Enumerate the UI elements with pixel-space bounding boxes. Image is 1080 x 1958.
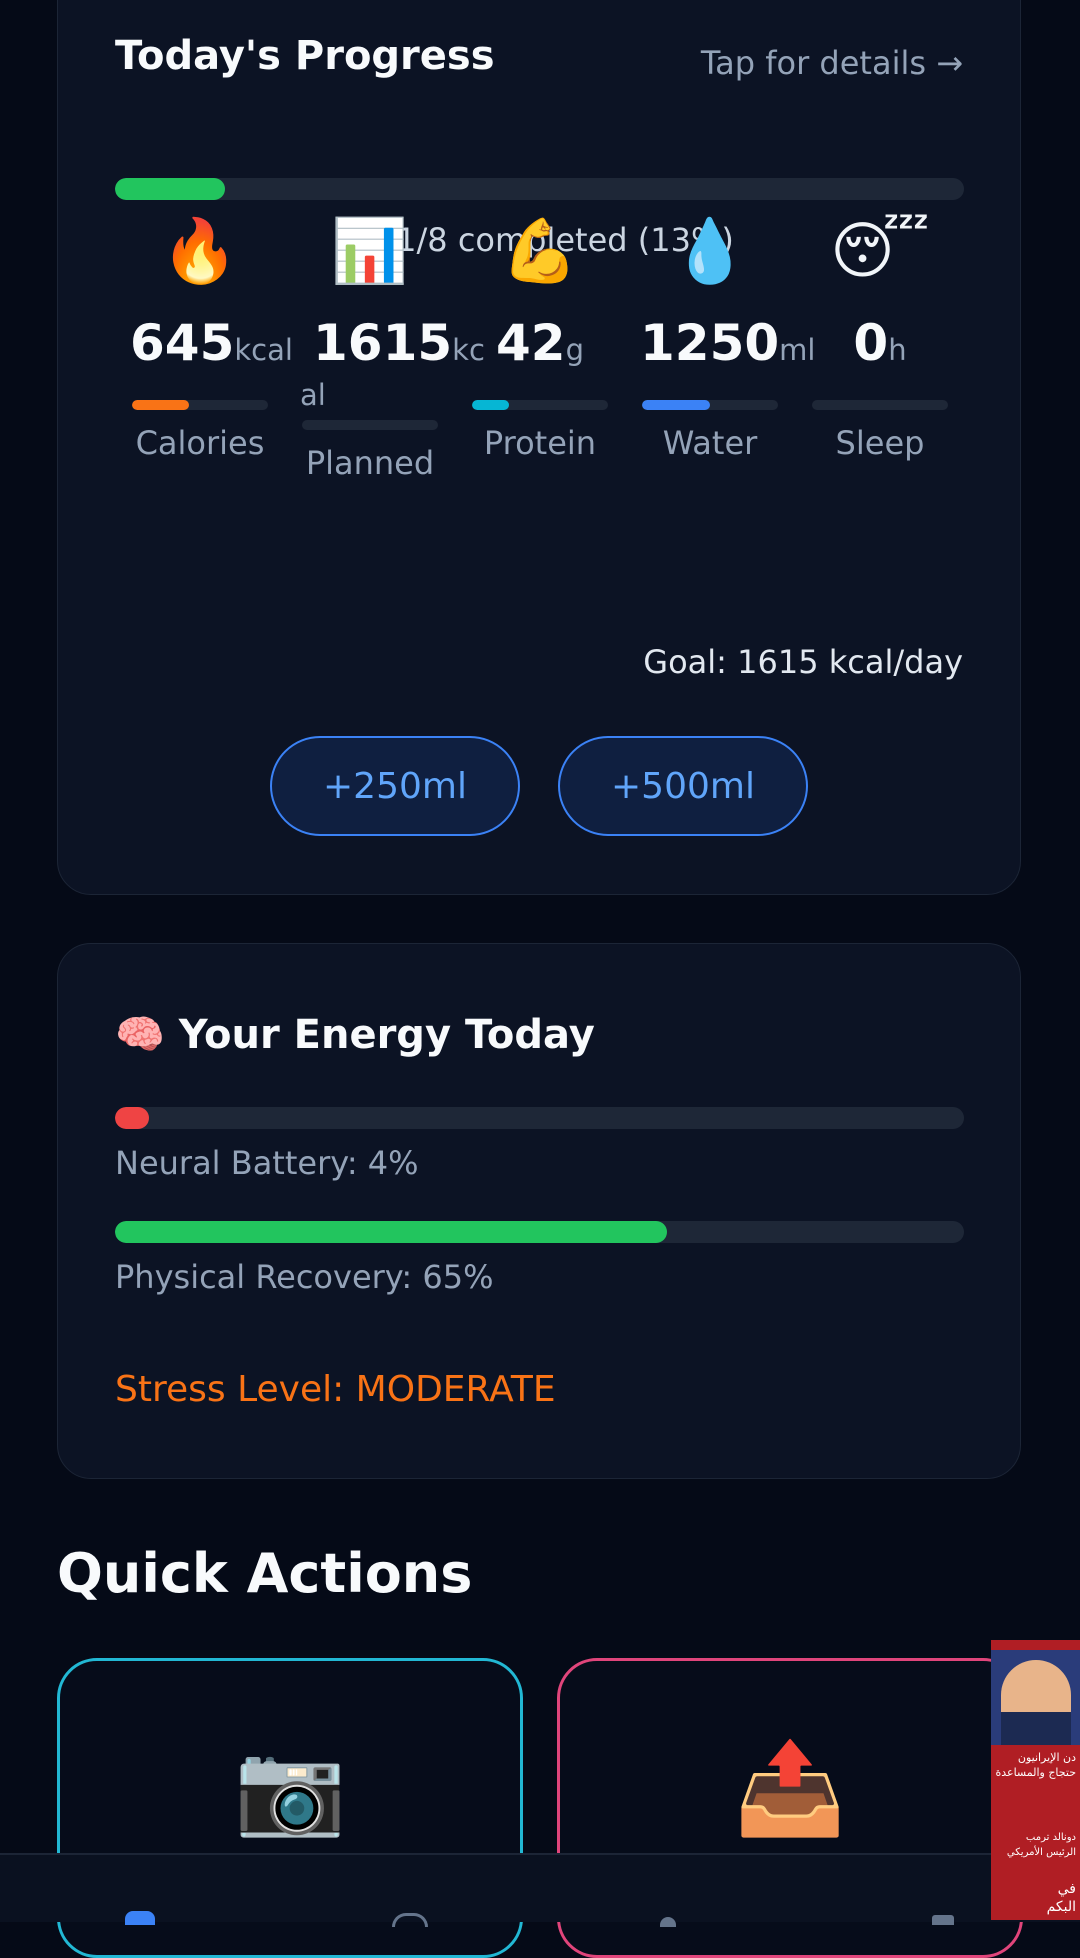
water-value: 1250ml: [640, 314, 816, 372]
calorie-goal: Goal: 1615 kcal/day: [643, 643, 963, 681]
planned-bar: [302, 420, 438, 430]
protein-label: Protein: [483, 424, 597, 462]
stat-water: 💧 1250ml Water: [640, 211, 816, 462]
calories-value: 645kcal: [130, 314, 293, 372]
sleeping-face-icon: 😴: [830, 214, 930, 287]
physical-recovery-bar: [115, 1221, 964, 1243]
upload-tray-icon: 📤: [733, 1736, 847, 1841]
progress-title: Today's Progress: [115, 33, 495, 79]
water-drop-icon: 💧: [671, 214, 749, 287]
stat-protein: 💪 42g Protein: [470, 211, 610, 462]
stat-sleep: 😴 0h Sleep: [810, 211, 950, 462]
water-bar: [642, 400, 778, 410]
water-bar-fill: [642, 400, 710, 410]
bar-chart-icon: 📊: [331, 214, 409, 287]
neural-battery-fill: [115, 1107, 149, 1129]
nav-search-icon[interactable]: [392, 1913, 428, 1927]
calories-bar-fill: [132, 400, 190, 410]
news-photo: [991, 1650, 1080, 1745]
protein-value: 42g: [495, 314, 584, 372]
planned-label: Planned: [305, 444, 435, 482]
add-500ml-button[interactable]: +500ml: [558, 736, 808, 836]
fire-icon: 🔥: [161, 214, 239, 287]
neural-battery-bar: [115, 1107, 964, 1129]
nav-settings-icon[interactable]: [932, 1915, 954, 1925]
news-byline: دونالد ترمب الرئيس الأمريكي: [1006, 1832, 1076, 1858]
quick-actions-title: Quick Actions: [57, 1542, 473, 1605]
planned-value: 1615kc: [313, 314, 485, 372]
flexed-arm-icon: 💪: [501, 214, 579, 287]
protein-bar-fill: [472, 400, 509, 410]
calories-label: Calories: [135, 424, 265, 462]
energy-title: 🧠 Your Energy Today: [115, 1012, 595, 1058]
stat-planned: 📊 1615kc al Planned: [300, 211, 485, 482]
bottom-nav-bar: [0, 1853, 1080, 1927]
news-footer: في البكم: [1046, 1881, 1076, 1915]
camera-icon: 📷: [233, 1736, 347, 1841]
add-250ml-button[interactable]: +250ml: [270, 736, 520, 836]
overall-progress-bar: [115, 178, 964, 200]
brain-icon: 🧠: [115, 1012, 165, 1058]
news-headline: دن الإيرانيون حتجاج والمساعدة: [995, 1751, 1076, 1779]
sleep-bar: [812, 400, 948, 410]
water-label: Water: [662, 424, 758, 462]
tap-for-details-link[interactable]: Tap for details →: [701, 44, 963, 82]
news-overlay-widget[interactable]: دن الإيرانيون حتجاج والمساعدة دونالد ترم…: [991, 1640, 1080, 1920]
stress-level: Stress Level: MODERATE: [115, 1369, 556, 1410]
nav-home-icon[interactable]: [125, 1911, 155, 1925]
nav-profile-icon[interactable]: [660, 1917, 676, 1927]
physical-recovery-label: Physical Recovery: 65%: [115, 1258, 494, 1296]
news-photo-suit: [1001, 1712, 1071, 1745]
protein-bar: [472, 400, 608, 410]
calories-bar: [132, 400, 268, 410]
todays-progress-card[interactable]: Today's Progress Tap for details → ✅ 1/8…: [57, 0, 1021, 895]
physical-recovery-fill: [115, 1221, 667, 1243]
sleep-value: 0h: [853, 314, 907, 372]
energy-today-card: 🧠 Your Energy Today Neural Battery: 4% P…: [57, 943, 1021, 1479]
stat-calories: 🔥 645kcal Calories: [130, 211, 293, 462]
sleep-label: Sleep: [835, 424, 925, 462]
planned-unit-wrap: al: [300, 378, 326, 412]
neural-battery-label: Neural Battery: 4%: [115, 1144, 419, 1182]
overall-progress-fill: [115, 178, 226, 200]
